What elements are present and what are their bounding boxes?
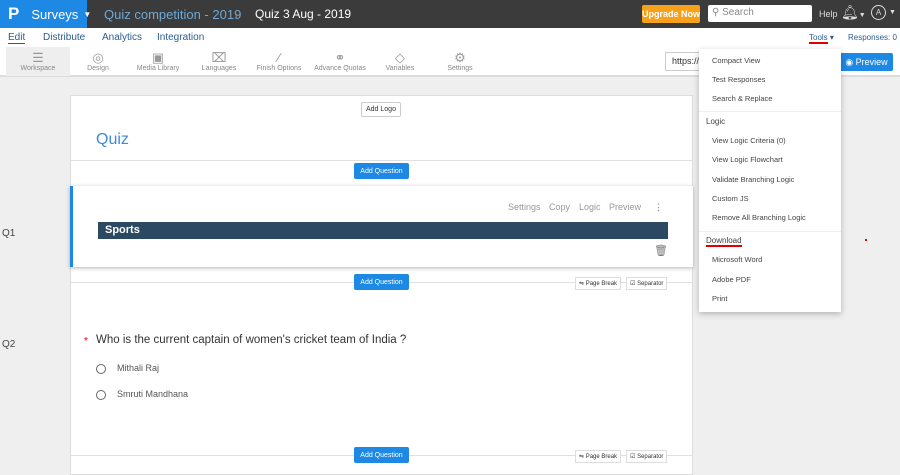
option-label[interactable]: Mithali Raj (117, 363, 159, 373)
app-name: Surveys (31, 6, 79, 22)
tool-variables[interactable]: ◇ Variables (368, 47, 432, 76)
tool-languages[interactable]: ⌧ Languages (187, 47, 251, 76)
tool-workspace[interactable]: ☰ Workspace (6, 47, 70, 76)
section-header[interactable]: Sports (98, 222, 668, 239)
menu-item-test-responses[interactable]: Test Responses (712, 75, 765, 84)
palette-icon: ◎ (92, 50, 104, 65)
question-copy-link[interactable]: Copy (549, 202, 570, 212)
tool-design[interactable]: ◎ Design (66, 47, 130, 76)
page-break-label: Page Break (585, 281, 618, 287)
surveys-menu[interactable]: P Surveys ▼ (0, 0, 91, 28)
preview-button[interactable]: ◉ Preview (840, 53, 893, 71)
avatar[interactable]: A (871, 5, 886, 20)
tools-menu-button[interactable]: Tools ▾ (809, 33, 834, 44)
page-break-button[interactable]: ⇋ Page Break (575, 450, 622, 463)
page-break-button[interactable]: ⇋ Page Break (575, 277, 622, 290)
page-break-icon: ⇋ (579, 281, 585, 287)
tab-distribute[interactable]: Distribute (43, 32, 85, 43)
separator-label: Separator (637, 454, 664, 460)
tool-settings[interactable]: ⚙ Settings (428, 47, 492, 76)
question-settings-link[interactable]: Settings (508, 202, 541, 212)
option-label[interactable]: Smruti Mandhana (117, 389, 188, 399)
help-link[interactable]: Help (819, 9, 838, 19)
search-icon: ⚲ (712, 7, 723, 18)
breadcrumb-survey: Quiz 3 Aug - 2019 (255, 7, 352, 21)
question-preview-link[interactable]: Preview (609, 202, 641, 212)
radio-option[interactable] (96, 390, 106, 400)
menu-item-remove-branching[interactable]: Remove All Branching Logic (712, 213, 806, 222)
breadcrumb-project[interactable]: Quiz competition - 2019 (104, 7, 241, 22)
separator-button[interactable]: ☑ Separator (626, 450, 668, 463)
radio-option[interactable] (96, 364, 106, 374)
menu-header-logic: Logic (706, 117, 726, 126)
menu-item-print[interactable]: Print (712, 294, 727, 303)
menu-item-microsoft-word[interactable]: Microsoft Word (712, 255, 762, 264)
list-icon: ☰ (32, 50, 44, 65)
divider (699, 231, 841, 232)
chevron-right-icon: › (234, 7, 239, 22)
responses-count: Responses: 0 (848, 33, 897, 42)
menu-item-adobe-pdf[interactable]: Adobe PDF (712, 275, 751, 284)
tab-edit[interactable]: Edit (8, 32, 26, 44)
tab-integration[interactable]: Integration (157, 32, 204, 43)
question-number: Q2 (2, 339, 16, 350)
add-question-button[interactable]: Add Question (354, 274, 409, 290)
add-logo-button[interactable]: Add Logo (361, 102, 401, 117)
quota-icon: ⚭ (334, 50, 346, 65)
magic-wand-icon: ⁄ (277, 50, 281, 65)
tool-label: Finish Options (256, 65, 302, 72)
preview-label: Preview (855, 57, 888, 67)
tool-finish-options[interactable]: ⁄ Finish Options (247, 47, 311, 76)
bell-icon[interactable]: 🔔︎▼ (841, 4, 866, 21)
tool-advance-quotas[interactable]: ⚭ Advance Quotas (308, 47, 372, 76)
checkbox-icon: ☑ (630, 281, 636, 287)
question-logic-link[interactable]: Logic (579, 202, 601, 212)
required-marker: * (84, 336, 88, 347)
tag-icon: ◇ (395, 50, 405, 65)
menu-item-compact-view[interactable]: Compact View (712, 56, 760, 65)
tool-label: Media Library (136, 65, 180, 72)
image-icon: ▣ (151, 50, 165, 65)
more-options-icon[interactable]: ⋮ (654, 202, 663, 213)
trash-icon[interactable]: 🗑︎ (654, 244, 668, 257)
tool-label: Variables (385, 65, 415, 72)
gear-icon: ⚙ (454, 50, 466, 65)
search-input[interactable]: ⚲ Search (708, 5, 812, 22)
annotation-dot (865, 239, 867, 241)
search-placeholder: Search (722, 7, 754, 18)
tools-label: Tools (809, 33, 828, 44)
tool-label: Advance Quotas (314, 65, 366, 72)
upgrade-button[interactable]: Upgrade Now (642, 5, 700, 23)
tool-label: Languages (201, 65, 237, 72)
menu-item-validate-branching[interactable]: Validate Branching Logic (712, 175, 794, 184)
app-logo: P (8, 4, 20, 23)
tool-label: Settings (447, 65, 473, 72)
tools-dropdown: Compact View Test Responses Search & Rep… (699, 49, 841, 312)
eye-icon: ◉ (845, 56, 856, 67)
caret-down-icon[interactable]: ▼ (889, 9, 896, 16)
question-text[interactable]: Who is the current captain of women's cr… (96, 334, 406, 346)
tool-label: Design (87, 65, 109, 72)
divider (71, 160, 692, 161)
caret-down-icon: ▼ (83, 9, 92, 19)
tool-label: Workspace (20, 65, 56, 72)
add-question-button[interactable]: Add Question (354, 163, 409, 179)
menu-item-view-logic-criteria[interactable]: View Logic Criteria (0) (712, 136, 786, 145)
menu-header-download: Download (706, 236, 742, 247)
tab-analytics[interactable]: Analytics (102, 32, 142, 43)
add-question-button[interactable]: Add Question (354, 447, 409, 463)
menu-item-custom-js[interactable]: Custom JS (712, 194, 749, 203)
page-break-icon: ⇋ (579, 454, 585, 460)
question-number: Q1 (2, 228, 16, 239)
menu-item-view-logic-flowchart[interactable]: View Logic Flowchart (712, 155, 783, 164)
separator-button[interactable]: ☑ Separator (626, 277, 668, 290)
tool-media-library[interactable]: ▣ Media Library (126, 47, 190, 76)
checkbox-icon: ☑ (630, 454, 636, 460)
translate-icon: ⌧ (211, 50, 227, 65)
survey-title[interactable]: Quiz (96, 131, 129, 149)
menu-item-search-replace[interactable]: Search & Replace (712, 94, 772, 103)
divider (699, 111, 841, 112)
page-break-label: Page Break (585, 454, 618, 460)
separator-label: Separator (637, 281, 664, 287)
